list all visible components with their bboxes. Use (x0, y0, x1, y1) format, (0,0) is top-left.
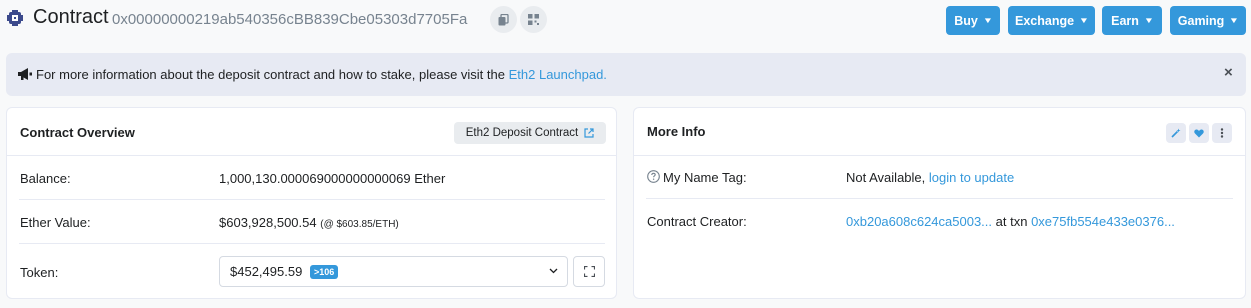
chevron-down-icon: ▼ (1143, 16, 1155, 25)
more-options-button[interactable] (1212, 123, 1232, 143)
card-title: Contract Overview (20, 125, 135, 140)
chevron-down-icon: ▼ (982, 16, 993, 25)
more-info-card: More Info My Name Tag: Not Available, lo… (633, 107, 1246, 299)
chevron-down-icon: ▼ (1078, 16, 1090, 25)
name-tag-status: Not Available, (846, 170, 926, 185)
divider (19, 243, 605, 244)
card-header: Contract Overview Eth2 Deposit Contract (7, 108, 616, 156)
eth2-deposit-contract-link[interactable]: Eth2 Deposit Contract (454, 122, 606, 144)
buy-label: Buy (954, 13, 978, 28)
chevron-down-icon (549, 268, 558, 274)
creator-address-link[interactable]: 0xb20a608c624ca5003... (846, 214, 992, 229)
contract-address: 0x00000000219ab540356cBB839Cbe05303d7705… (112, 11, 468, 28)
qr-code-button[interactable] (520, 6, 547, 33)
add-to-watchlist-button[interactable] (1189, 123, 1209, 143)
contract-logo-icon (7, 10, 23, 26)
token-count-badge: >106 (310, 265, 339, 279)
divider (19, 199, 605, 200)
token-label: Token: (20, 265, 59, 280)
alert-text: For more information about the deposit c… (36, 67, 505, 82)
creator-txn-link[interactable]: 0xe75fb554e433e0376... (1031, 214, 1175, 229)
card-header: More Info (634, 108, 1245, 156)
name-tag-label: My Name Tag: (663, 170, 747, 185)
token-value: $452,495.59 (230, 264, 303, 279)
copy-icon (498, 13, 509, 25)
page-title: Contract (33, 6, 109, 28)
badge-label: Eth2 Deposit Contract (465, 127, 579, 139)
copy-address-button[interactable] (490, 6, 517, 33)
ether-value: $603,928,500.54 (@ $603.85/ETH) (219, 215, 399, 230)
close-icon[interactable]: × (1224, 64, 1233, 81)
contract-overview-card: Contract Overview Eth2 Deposit Contract … (6, 107, 617, 299)
wand-icon (1171, 128, 1181, 138)
ether-value-amount: $603,928,500.54 (219, 215, 317, 230)
expand-tokens-button[interactable] (573, 256, 605, 287)
ether-rate: (@ $603.85/ETH) (320, 219, 399, 230)
earn-menu-button[interactable]: Earn ▼ (1102, 6, 1162, 35)
exchange-label: Exchange (1015, 13, 1075, 28)
divider (646, 198, 1233, 199)
megaphone-icon (18, 68, 32, 80)
balance-label: Balance: (20, 171, 71, 186)
more-vertical-icon (1220, 128, 1224, 138)
info-alert: For more information about the deposit c… (6, 53, 1246, 96)
heart-icon (1194, 129, 1204, 137)
eth2-launchpad-link[interactable]: Eth2 Launchpad. (509, 67, 607, 82)
card-title: More Info (647, 124, 706, 139)
chevron-down-icon: ▼ (1229, 16, 1240, 25)
qr-code-icon (528, 14, 539, 25)
buy-menu-button[interactable]: Buy ▼ (946, 6, 1000, 35)
alert-message: For more information about the deposit c… (36, 67, 607, 82)
name-tag-value: Not Available, login to update (846, 170, 1014, 185)
gaming-label: Gaming (1177, 13, 1225, 28)
token-holdings-dropdown[interactable]: $452,495.59 >106 (219, 256, 568, 287)
earn-label: Earn (1111, 13, 1139, 28)
gaming-menu-button[interactable]: Gaming ▼ (1170, 6, 1246, 35)
balance-value: 1,000,130.000069000000000069 Ether (219, 171, 446, 186)
external-link-icon (584, 128, 594, 138)
expand-icon (583, 266, 595, 277)
creator-at-text: at txn (995, 214, 1028, 229)
update-name-tag-button[interactable] (1166, 123, 1186, 143)
contract-creator-value: 0xb20a608c624ca5003... at txn 0xe75fb554… (846, 214, 1175, 229)
exchange-menu-button[interactable]: Exchange ▼ (1008, 6, 1095, 35)
page-header: Contract 0x00000000219ab540356cBB839Cbe0… (0, 0, 1251, 40)
contract-creator-label: Contract Creator: (647, 214, 747, 229)
ether-value-label: Ether Value: (20, 215, 91, 230)
login-to-update-link[interactable]: login to update (929, 170, 1014, 185)
question-circle-icon[interactable] (647, 170, 660, 183)
